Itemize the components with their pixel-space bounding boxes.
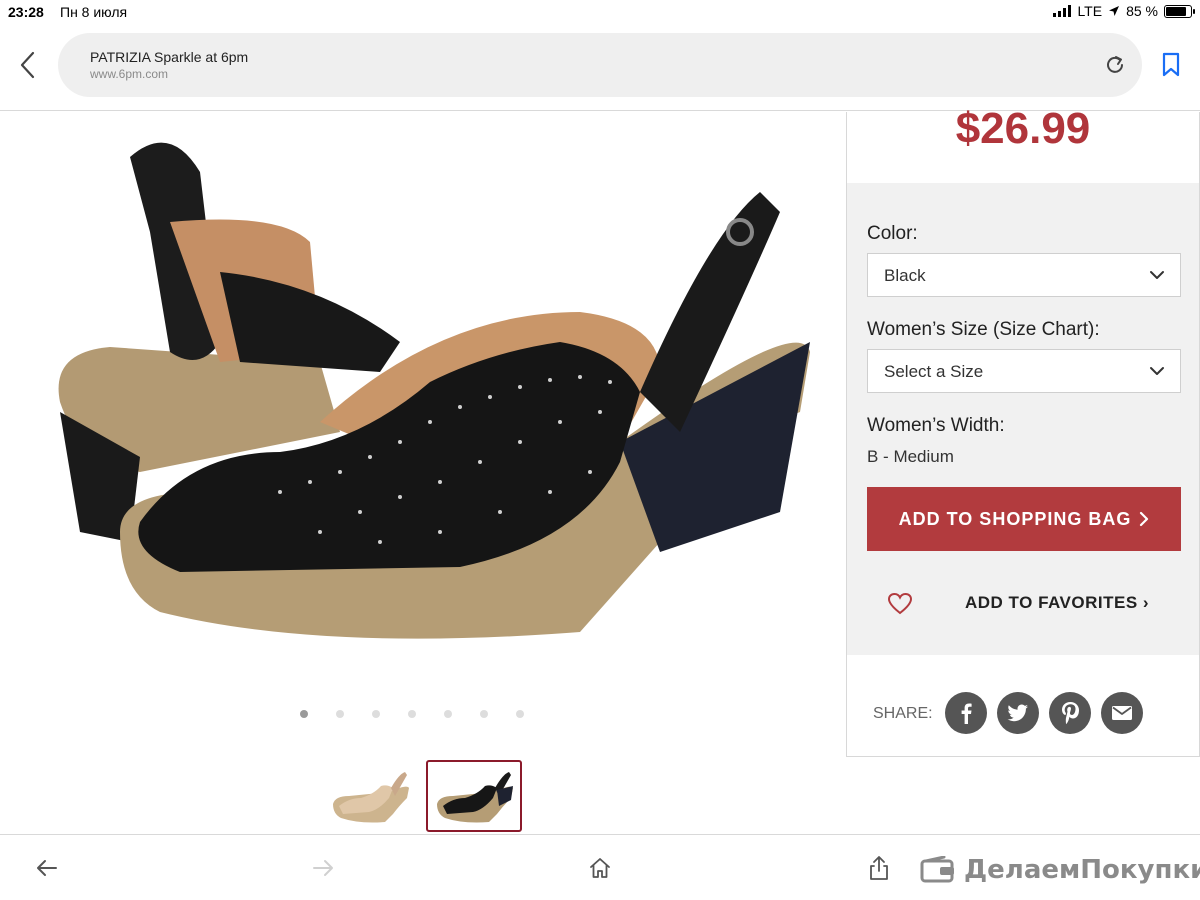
size-label: Women’s Size (Size Chart):: [867, 319, 1100, 340]
location-arrow-icon: [1109, 6, 1120, 16]
width-value: B - Medium: [867, 447, 954, 466]
product-price: $26.99: [955, 104, 1091, 153]
watermark-text: ДелаемПокупки.Ру: [964, 855, 1200, 885]
chevron-right-icon: [1140, 511, 1149, 527]
twitter-icon[interactable]: [997, 692, 1039, 734]
wallet-icon: [920, 856, 954, 883]
facebook-icon[interactable]: [945, 692, 987, 734]
color-select-value: Black: [884, 266, 926, 285]
add-to-bag-button[interactable]: ADD TO SHOPPING BAG: [867, 487, 1181, 551]
size-select-value: Select a Size: [884, 362, 984, 381]
chevron-down-icon: [1150, 367, 1164, 375]
browser-nav: PATRIZIA Sparkle at 6pm www.6pm.com: [0, 24, 1200, 110]
pinterest-icon[interactable]: [1049, 692, 1091, 734]
page-domain: www.6pm.com: [90, 67, 169, 81]
carousel-dot[interactable]: [516, 710, 524, 718]
width-label: Women’s Width:: [867, 415, 1005, 436]
carousel-dot[interactable]: [372, 710, 380, 718]
battery-percent: 85 %: [1126, 3, 1158, 19]
carousel-dot[interactable]: [408, 710, 416, 718]
carousel-dot[interactable]: [300, 710, 308, 718]
heart-icon: [887, 592, 913, 615]
email-icon[interactable]: [1101, 692, 1143, 734]
carousel-dot[interactable]: [336, 710, 344, 718]
share-box: SHARE:: [846, 655, 1200, 757]
address-bar[interactable]: PATRIZIA Sparkle at 6pm www.6pm.com: [58, 33, 1142, 97]
chevron-down-icon: [1150, 271, 1164, 279]
forward-arrow-icon[interactable]: [310, 855, 336, 881]
status-bar: 23:28 Пн 8 июля LTE 85 %: [0, 0, 1200, 24]
color-label: Color:: [867, 223, 918, 244]
share-icons: [945, 692, 1143, 734]
add-to-bag-label: ADD TO SHOPPING BAG: [898, 508, 1132, 529]
browser-toolbar: ДелаемПокупки.Ру: [0, 834, 1200, 900]
thumbnail-black[interactable]: [426, 760, 522, 832]
product-options-panel: Color: Black Women’s Size (Size Chart): …: [846, 183, 1200, 655]
thumbnail-beige[interactable]: [322, 760, 418, 832]
share-label: SHARE:: [873, 705, 933, 722]
size-select[interactable]: Select a Size: [867, 349, 1181, 393]
color-select[interactable]: Black: [867, 253, 1181, 297]
bookmark-icon[interactable]: [1160, 52, 1182, 78]
add-to-favorites-button[interactable]: ADD TO FAVORITES ›: [887, 589, 1167, 619]
carousel-dots: [300, 710, 524, 718]
network-label: LTE: [1077, 3, 1103, 19]
status-date: Пн 8 июля: [60, 4, 128, 20]
price-box: $26.99: [846, 104, 1200, 184]
home-icon[interactable]: [587, 855, 613, 881]
carousel-dot[interactable]: [444, 710, 452, 718]
share-sheet-icon[interactable]: [866, 855, 892, 881]
back-chevron-icon[interactable]: [16, 50, 40, 80]
battery-icon: [1164, 4, 1195, 18]
page-title: PATRIZIA Sparkle at 6pm: [90, 49, 249, 65]
back-arrow-icon[interactable]: [34, 855, 60, 881]
status-right: LTE 85 %: [1053, 3, 1195, 19]
watermark: ДелаемПокупки.Ру: [920, 855, 1200, 885]
status-time: 23:28: [8, 4, 44, 20]
carousel-dot[interactable]: [480, 710, 488, 718]
product-image[interactable]: [20, 112, 820, 672]
thumbnail-strip: [322, 760, 522, 832]
signal-icon: [1053, 5, 1072, 17]
reload-icon[interactable]: [1104, 54, 1126, 76]
add-to-favorites-label: ADD TO FAVORITES ›: [965, 593, 1150, 612]
